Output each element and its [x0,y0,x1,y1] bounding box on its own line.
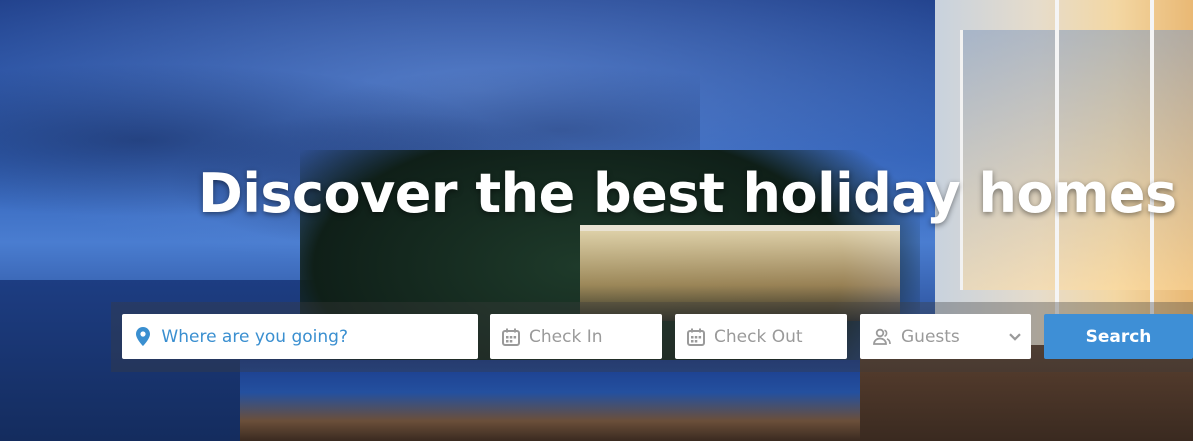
guests-label: Guests [901,326,960,347]
hero-headline: Discover the best holiday homes [198,162,1177,225]
search-button[interactable]: Search [1044,314,1193,359]
users-icon [872,327,892,347]
check-in-field[interactable] [490,314,662,359]
destination-input[interactable] [161,326,478,347]
check-out-input[interactable] [714,326,847,347]
map-pin-icon [134,327,152,347]
check-out-field[interactable] [675,314,847,359]
destination-field[interactable] [122,314,478,359]
check-in-input[interactable] [529,326,662,347]
calendar-icon [687,327,705,347]
hero-section: Discover the best holiday homes Where ar… [0,0,1193,441]
hero-building-glass [960,30,1193,290]
chevron-down-icon [1009,332,1021,341]
guests-select[interactable]: Guests [860,314,1031,359]
calendar-icon [502,327,520,347]
